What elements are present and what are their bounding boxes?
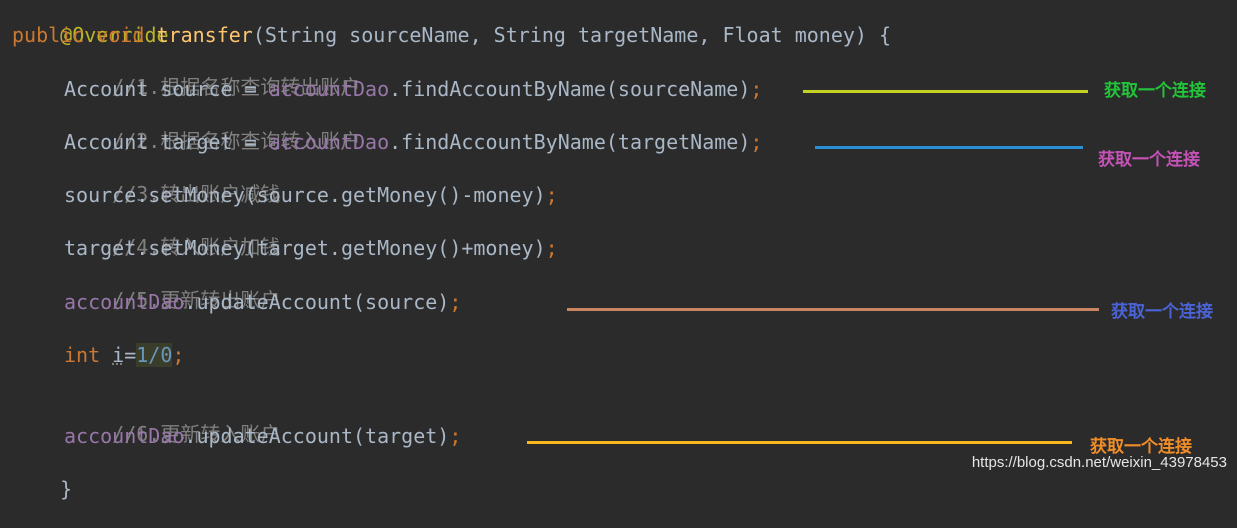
divide-expression: 1/0 — [136, 343, 173, 367]
method-name: transfer — [156, 23, 253, 47]
annotation-line-3 — [567, 308, 1099, 311]
semicolon: ; — [449, 290, 462, 314]
assign-source: source = — [148, 77, 269, 101]
code-editor[interactable]: @Override public void transfer(String so… — [0, 0, 1237, 501]
code-line-debit: source.setMoney(source.getMoney()-money)… — [0, 182, 558, 208]
annotation-line-4 — [527, 441, 1072, 444]
int-keyword: int — [64, 343, 101, 367]
update-call: .updateAccount(target) — [184, 424, 450, 448]
comment-5: //5.更新转出账户 — [0, 261, 280, 312]
semicolon: ; — [750, 77, 763, 101]
code-line-find-target: Account target = accountDao.findAccountB… — [0, 129, 762, 155]
semicolon: ; — [750, 130, 763, 154]
type-account: Account — [64, 130, 149, 154]
code-line-find-source: Account source = accountDao.findAccountB… — [0, 76, 762, 102]
dao-field: accountDao — [268, 130, 390, 154]
variable-i: i — [112, 343, 125, 367]
code-line-divide-by-zero: int i=1/0; — [0, 342, 184, 368]
credit-statement: target.setMoney(target.getMoney()+money) — [64, 236, 546, 260]
annotation-line-1 — [803, 90, 1088, 93]
dao-field: accountDao — [64, 424, 185, 448]
semicolon: ; — [545, 183, 558, 207]
code-line-update-source: accountDao.updateAccount(source); — [0, 289, 461, 315]
assign-target: target = — [148, 130, 269, 154]
void-keyword: void — [96, 23, 145, 47]
code-line-close-brace: } — [12, 450, 72, 501]
code-line-signature: public void transfer(String sourceName, … — [12, 22, 891, 48]
semicolon: ; — [449, 424, 462, 448]
equals-sign: = — [124, 343, 137, 367]
comment-2: //2.根据名称查询转入账户 — [0, 102, 360, 153]
semicolon: ; — [172, 343, 185, 367]
semicolon: ; — [545, 236, 558, 260]
code-line-update-target: accountDao.updateAccount(target); — [0, 423, 461, 449]
find-call: .findAccountByName(targetName) — [389, 130, 751, 154]
dao-field: accountDao — [268, 77, 390, 101]
type-account: Account — [64, 77, 149, 101]
comment-1: //1.根据名称查询转出账户 — [0, 48, 360, 99]
find-call: .findAccountByName(sourceName) — [389, 77, 751, 101]
comment-6: //6.更新转入账户 — [0, 395, 280, 446]
code-line-annotation: @Override — [12, 0, 168, 47]
method-params: (String sourceName, String targetName, F… — [252, 23, 892, 47]
annotation-label-2: 获取一个连接 — [1098, 150, 1200, 170]
watermark: https://blog.csdn.net/weixin_43978453 — [971, 454, 1227, 471]
annotation-label-1: 获取一个连接 — [1104, 81, 1206, 101]
annotation-line-2 — [815, 146, 1083, 149]
code-line-credit: target.setMoney(target.getMoney()+money)… — [0, 235, 558, 261]
dao-field: accountDao — [64, 290, 185, 314]
debit-statement: source.setMoney(source.getMoney()-money) — [64, 183, 546, 207]
annotation-label-3: 获取一个连接 — [1111, 302, 1213, 322]
comment-4: //4.转入账户加钱 — [0, 208, 280, 259]
update-call: .updateAccount(source) — [184, 290, 450, 314]
comment-3: //3.转出账户减钱 — [0, 155, 280, 206]
public-keyword: public — [12, 23, 85, 47]
